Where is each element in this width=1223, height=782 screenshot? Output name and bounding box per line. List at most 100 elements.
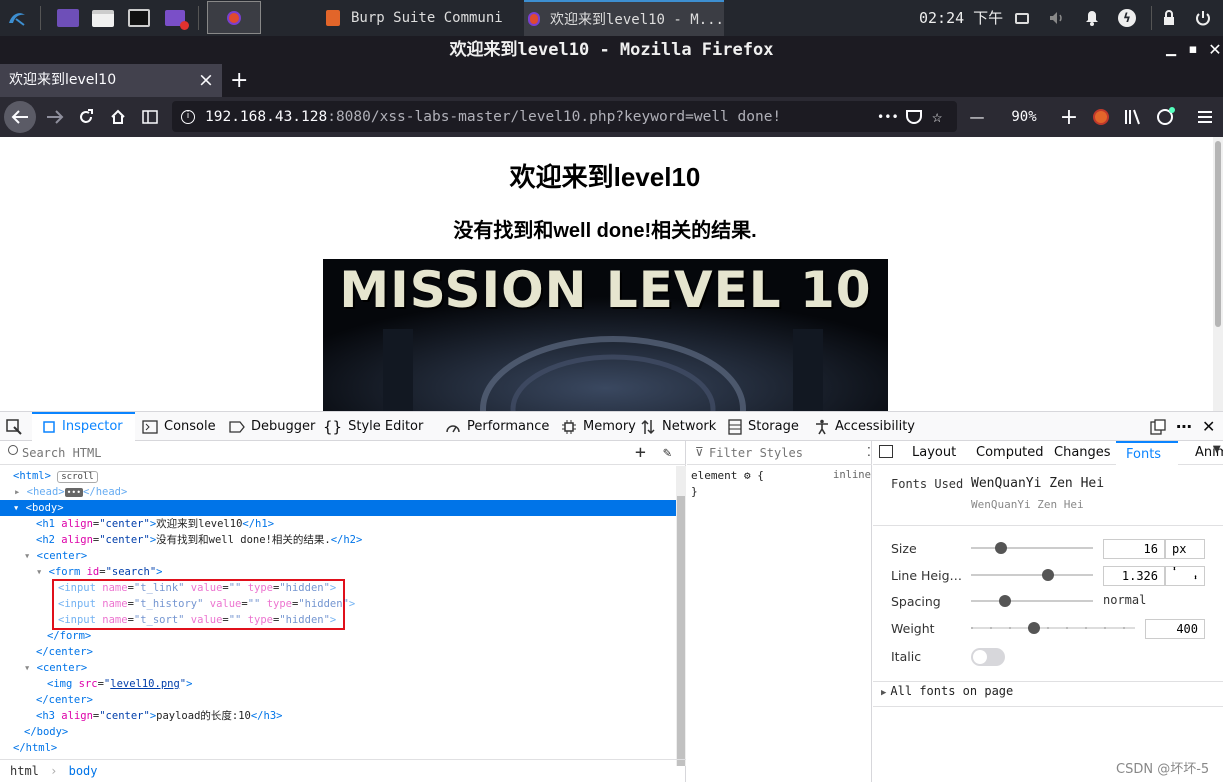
sidebar-button[interactable] bbox=[138, 102, 162, 132]
element-picker-button[interactable] bbox=[6, 412, 28, 441]
spacing-slider[interactable] bbox=[971, 600, 1093, 602]
devtools-tab-storage[interactable]: Storage bbox=[728, 412, 799, 441]
new-tab-button[interactable]: + bbox=[230, 64, 248, 97]
tree-node-center[interactable]: ▾ <center> bbox=[24, 548, 87, 564]
maximize-icon[interactable]: ▪ bbox=[1182, 36, 1204, 64]
tree-node-h1[interactable]: <h1 align="center">欢迎来到level10</h1> bbox=[36, 516, 274, 532]
tree-node-img[interactable]: <img src="level10.png"> bbox=[47, 676, 192, 692]
tree-node-input-t-link[interactable]: <input name="t_link" value="" type="hidd… bbox=[58, 580, 336, 596]
zoom-level[interactable]: 90% bbox=[1004, 102, 1044, 132]
breadcrumb-html[interactable]: html bbox=[10, 764, 39, 778]
line-height-slider[interactable] bbox=[971, 574, 1093, 576]
markup-scrollbar-thumb[interactable] bbox=[677, 496, 685, 766]
size-slider-knob[interactable] bbox=[995, 542, 1007, 554]
line-height-slider-knob[interactable] bbox=[1042, 569, 1054, 581]
chevron-down-icon[interactable]: ▼ bbox=[1213, 444, 1221, 455]
filter-styles-input[interactable] bbox=[709, 444, 859, 462]
tree-node-html[interactable]: <html> scroll bbox=[13, 468, 98, 484]
tab-level10[interactable]: 欢迎来到level10 × bbox=[0, 64, 222, 97]
add-node-button[interactable]: + bbox=[635, 441, 646, 465]
all-fonts-toggle[interactable]: ▶ All fonts on page bbox=[881, 684, 1013, 698]
tree-node-center-2[interactable]: ▾ <center> bbox=[24, 660, 87, 676]
pocket-icon[interactable] bbox=[906, 109, 922, 124]
rule-inline-source[interactable]: inline bbox=[833, 469, 871, 481]
page-actions-button[interactable]: ••• bbox=[877, 110, 899, 124]
dock-side-button[interactable] bbox=[1150, 412, 1172, 441]
tree-node-body-selected[interactable]: ▾ <body> bbox=[0, 500, 676, 516]
tree-node-html-close[interactable]: </html> bbox=[13, 740, 57, 756]
tab-computed[interactable]: Computed bbox=[976, 441, 1044, 465]
tree-node-form-close[interactable]: </form> bbox=[47, 628, 91, 644]
tree-node-form[interactable]: ▾ <form id="search"> bbox=[36, 564, 162, 580]
devtools-tab-debugger[interactable]: Debugger bbox=[229, 412, 315, 441]
back-button[interactable] bbox=[4, 101, 36, 133]
power-manager-icon[interactable]: ϟ bbox=[1117, 5, 1137, 31]
size-slider[interactable] bbox=[971, 547, 1093, 549]
size-input[interactable]: 16 bbox=[1103, 539, 1165, 559]
eyedropper-icon[interactable]: ✎ bbox=[663, 441, 671, 465]
devtools-tab-network[interactable]: Network bbox=[640, 412, 716, 441]
devtools-tab-inspector[interactable]: Inspector bbox=[42, 412, 123, 441]
task-firefox[interactable]: 欢迎来到level10 - M... bbox=[524, 0, 724, 36]
breadcrumb-body[interactable]: body bbox=[69, 764, 98, 778]
site-info-icon[interactable]: i bbox=[181, 109, 195, 124]
tab-layout[interactable]: Layout bbox=[912, 441, 956, 465]
tab-close-icon[interactable]: × bbox=[198, 64, 214, 97]
library-icon[interactable] bbox=[1122, 102, 1144, 132]
size-unit-select[interactable]: px ⬍ bbox=[1165, 539, 1205, 573]
task-burp[interactable]: Burp Suite Communi bbox=[326, 0, 524, 36]
tree-node-body-close[interactable]: </body> bbox=[24, 724, 68, 740]
terminal-icon[interactable] bbox=[126, 5, 152, 31]
weight-input[interactable]: 400 bbox=[1145, 619, 1205, 639]
markup-scrollbar[interactable] bbox=[676, 466, 686, 766]
page-scrollbar-thumb[interactable] bbox=[1215, 141, 1221, 327]
tree-node-h3[interactable]: <h3 align="center">payload的长度:10</h3> bbox=[36, 708, 282, 724]
tab-fonts[interactable]: Fonts bbox=[1116, 441, 1178, 465]
display-icon[interactable] bbox=[1013, 5, 1031, 31]
tree-node-center-close[interactable]: </center> bbox=[36, 644, 93, 660]
devtools-tab-accessibility[interactable]: Accessibility bbox=[815, 412, 915, 441]
zoom-in-button[interactable]: + bbox=[1058, 102, 1080, 132]
bookmark-star-icon[interactable]: ☆ bbox=[932, 107, 942, 127]
home-button[interactable] bbox=[106, 102, 130, 132]
line-height-input[interactable]: 1.326 bbox=[1103, 566, 1165, 586]
devtools-more-button[interactable]: ⋯ bbox=[1176, 412, 1192, 441]
lock-icon[interactable] bbox=[1161, 5, 1177, 31]
clock[interactable]: 02:24 下午 bbox=[919, 0, 1003, 36]
devtools-close-icon[interactable]: ✕ bbox=[1202, 412, 1215, 441]
gear-icon[interactable]: ⚙ bbox=[744, 469, 751, 482]
minimize-icon[interactable]: ▁ bbox=[1160, 36, 1182, 64]
logout-icon[interactable] bbox=[1194, 5, 1212, 31]
devtools-tab-style-editor[interactable]: {} Style Editor bbox=[323, 412, 423, 441]
devtools-tab-memory[interactable]: Memory bbox=[561, 412, 636, 441]
account-icon[interactable] bbox=[1154, 102, 1176, 132]
tree-node-h2[interactable]: <h2 align="center">没有找到和well done!相关的结果.… bbox=[36, 532, 362, 548]
screen-recorder-icon[interactable] bbox=[162, 5, 189, 31]
devtools-tab-performance[interactable]: Performance bbox=[445, 412, 549, 441]
weight-slider[interactable] bbox=[971, 627, 1135, 629]
weight-slider-knob[interactable] bbox=[1028, 622, 1040, 634]
reload-button[interactable] bbox=[74, 102, 98, 132]
forward-button[interactable] bbox=[42, 102, 68, 132]
url-bar[interactable]: i 192.168.43.128:8080/xss-labs-master/le… bbox=[172, 101, 957, 132]
scroll-badge[interactable]: scroll bbox=[57, 471, 98, 483]
page-scrollbar[interactable] bbox=[1213, 137, 1223, 411]
italic-toggle[interactable] bbox=[971, 648, 1005, 666]
tree-node-input-t-sort[interactable]: <input name="t_sort" value="" type="hidd… bbox=[58, 612, 336, 628]
tab-changes[interactable]: Changes bbox=[1054, 441, 1111, 465]
volume-icon[interactable] bbox=[1048, 5, 1066, 31]
tree-node-input-t-history[interactable]: <input name="t_history" value="" type="h… bbox=[58, 596, 355, 612]
spacing-slider-knob[interactable] bbox=[999, 595, 1011, 607]
tree-node-head[interactable]: ▸ <head> ••• </head> bbox=[14, 484, 127, 500]
kali-menu-icon[interactable] bbox=[4, 5, 30, 31]
close-window-icon[interactable]: ✕ bbox=[1204, 36, 1223, 64]
devtools-tab-console[interactable]: Console bbox=[142, 412, 216, 441]
tree-node-center-2-close[interactable]: </center> bbox=[36, 692, 93, 708]
panel-toggle-icon[interactable]: ⁚ bbox=[867, 445, 871, 459]
file-manager-icon[interactable] bbox=[90, 5, 116, 31]
extension-icon[interactable] bbox=[1090, 102, 1112, 132]
search-html-input[interactable] bbox=[22, 444, 602, 462]
firefox-taskbar-thumb[interactable] bbox=[207, 1, 261, 34]
element-rule[interactable]: element ⚙ { bbox=[691, 469, 764, 482]
zoom-out-button[interactable]: — bbox=[966, 102, 988, 132]
